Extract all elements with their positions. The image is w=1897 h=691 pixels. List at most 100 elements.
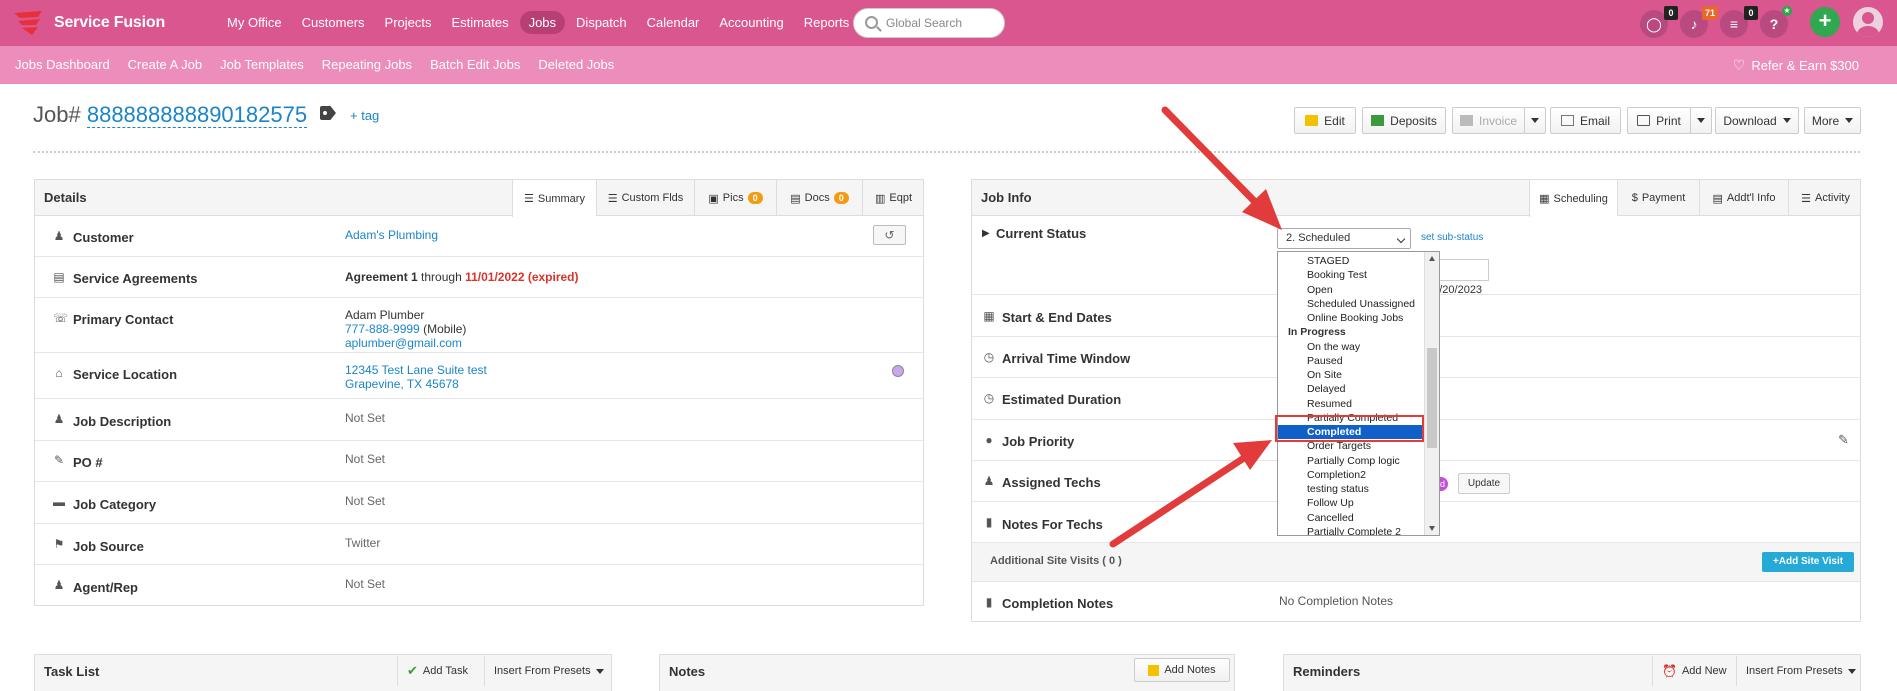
tab-pics[interactable]: ▣ Pics 0 bbox=[694, 180, 776, 216]
nav-customers[interactable]: Customers bbox=[293, 11, 374, 34]
listbox-option[interactable]: Booking Test bbox=[1278, 268, 1425, 282]
nav-my-office[interactable]: My Office bbox=[218, 11, 291, 34]
invoice-label: Invoice bbox=[1478, 113, 1518, 128]
tab-equipment[interactable]: ▥ Eqpt bbox=[862, 180, 924, 216]
add-notes-button[interactable]: Add Notes bbox=[1134, 658, 1230, 682]
customer-row: ♟ Customer Adam's Plumbing ↺ bbox=[35, 216, 923, 257]
email-button[interactable]: Email bbox=[1550, 107, 1621, 134]
print-dropdown-button[interactable] bbox=[1690, 107, 1712, 134]
global-search-input[interactable] bbox=[886, 15, 998, 31]
listbox-option[interactable]: On Site bbox=[1278, 368, 1425, 382]
invoice-dropdown-button[interactable] bbox=[1524, 107, 1546, 134]
nav-projects[interactable]: Projects bbox=[376, 11, 441, 34]
more-button[interactable]: More bbox=[1804, 107, 1861, 134]
listbox-option[interactable]: testing status bbox=[1278, 482, 1425, 496]
quick-add-button[interactable]: + bbox=[1810, 7, 1840, 37]
status-listbox[interactable]: STAGED Booking Test Open Scheduled Unassign… bbox=[1277, 251, 1440, 536]
subnav-job-templates[interactable]: Job Templates bbox=[211, 57, 313, 72]
tab-summary[interactable]: ☰ Summary bbox=[512, 180, 596, 217]
location-line1: 12345 Test Lane Suite test bbox=[345, 363, 487, 377]
job-number[interactable]: 888888888890182575 bbox=[86, 102, 308, 128]
listbox-option[interactable]: Delayed bbox=[1278, 382, 1425, 396]
customer-link[interactable]: Adam's Plumbing bbox=[345, 228, 438, 242]
chat-icon[interactable]: ◯ 0 bbox=[1640, 6, 1678, 38]
chevron-down-icon bbox=[1396, 234, 1406, 244]
history-button[interactable]: ↺ bbox=[873, 225, 906, 245]
expand-triangle-icon[interactable]: ▶ bbox=[982, 228, 990, 239]
invoice-button[interactable]: Invoice bbox=[1452, 107, 1525, 134]
listbox-option[interactable]: Online Booking Jobs bbox=[1278, 311, 1425, 325]
subnav-repeating-jobs[interactable]: Repeating Jobs bbox=[313, 57, 421, 72]
listbox-scrollbar[interactable] bbox=[1424, 252, 1439, 535]
tab-custom-fields[interactable]: ☰ Custom Flds bbox=[596, 180, 694, 216]
add-tag-link[interactable]: + tag bbox=[350, 108, 379, 123]
add-reminder-button[interactable]: ⏰ Add New bbox=[1652, 656, 1736, 686]
global-search[interactable] bbox=[853, 8, 1005, 38]
task-list-icon[interactable]: ≡ 0 bbox=[1720, 6, 1758, 38]
nav-estimates[interactable]: Estimates bbox=[443, 11, 518, 34]
tab-addtl-info[interactable]: ▤ Addt'l Info bbox=[1699, 180, 1788, 216]
print-button[interactable]: Print bbox=[1627, 107, 1691, 134]
listbox-option[interactable]: Follow Up bbox=[1278, 496, 1425, 510]
po-row: ✎ PO # Not Set bbox=[35, 441, 923, 482]
listbox-option[interactable]: Resumed bbox=[1278, 397, 1425, 411]
list-icon: ☰ bbox=[1801, 192, 1812, 205]
listbox-option[interactable]: Completion2 bbox=[1278, 468, 1425, 482]
agreement-through: through bbox=[421, 270, 462, 284]
listbox-option[interactable]: STAGED bbox=[1278, 254, 1425, 268]
scroll-thumb[interactable] bbox=[1427, 348, 1437, 448]
tab-payment[interactable]: $ Payment bbox=[1617, 180, 1699, 216]
refer-earn-link[interactable]: ♡ Refer & Earn $300 bbox=[1733, 57, 1859, 74]
listbox-option[interactable]: On the way bbox=[1278, 340, 1425, 354]
insert-presets-button[interactable]: Insert From Presets bbox=[484, 656, 613, 686]
add-task-button[interactable]: ✔ Add Task bbox=[397, 656, 477, 686]
listbox-option[interactable]: Cancelled bbox=[1278, 511, 1425, 525]
download-button[interactable]: Download bbox=[1715, 107, 1799, 134]
brand[interactable]: Service Fusion bbox=[12, 8, 165, 38]
set-substatus-link[interactable]: set sub-status bbox=[1421, 232, 1483, 243]
current-status-select[interactable]: 2. Scheduled bbox=[1277, 228, 1411, 249]
job-description-value: Not Set bbox=[345, 411, 386, 425]
subnav-batch-edit-jobs[interactable]: Batch Edit Jobs bbox=[421, 57, 529, 72]
nav-jobs[interactable]: Jobs bbox=[519, 11, 566, 34]
insert-presets-reminders-button[interactable]: Insert From Presets bbox=[1736, 656, 1865, 686]
tab-docs[interactable]: ▤ Docs 0 bbox=[776, 180, 862, 216]
tab-activity[interactable]: ☰ Activity bbox=[1788, 180, 1862, 216]
po-value: Not Set bbox=[345, 452, 386, 466]
user-avatar[interactable] bbox=[1853, 7, 1883, 37]
edit-button[interactable]: Edit bbox=[1294, 107, 1356, 134]
deposits-button[interactable]: Deposits bbox=[1362, 107, 1446, 134]
listbox-option[interactable]: Partially Complete 2 bbox=[1278, 525, 1425, 535]
alert-circle-icon: ● bbox=[985, 433, 993, 447]
pencil-icon[interactable]: ✎ bbox=[1838, 432, 1849, 448]
users-icon: ♟ bbox=[53, 578, 65, 592]
add-site-visit-button[interactable]: +Add Site Visit bbox=[1762, 552, 1854, 572]
help-icon[interactable]: ? ★ bbox=[1760, 6, 1792, 38]
service-location-link[interactable]: 12345 Test Lane Suite test Grapevine, TX… bbox=[345, 363, 487, 391]
subnav-deleted-jobs[interactable]: Deleted Jobs bbox=[529, 57, 623, 72]
nav-dispatch[interactable]: Dispatch bbox=[567, 11, 636, 34]
contact-name: Adam Plumber bbox=[345, 308, 425, 322]
listbox-option[interactable]: Scheduled Unassigned bbox=[1278, 297, 1425, 311]
job-category-label: Job Category bbox=[73, 497, 157, 512]
scroll-down-icon[interactable] bbox=[1429, 526, 1435, 531]
scroll-up-icon[interactable] bbox=[1429, 256, 1435, 261]
contact-phone-link[interactable]: 777-888-9999 bbox=[345, 322, 420, 336]
subnav-jobs-dashboard[interactable]: Jobs Dashboard bbox=[6, 57, 119, 72]
nav-accounting[interactable]: Accounting bbox=[710, 11, 792, 34]
arrival-window-label: Arrival Time Window bbox=[1002, 351, 1131, 366]
subnav-create-job[interactable]: Create A Job bbox=[119, 57, 211, 72]
tab-scheduling[interactable]: ▦ Scheduling bbox=[1529, 180, 1617, 217]
listbox-group-header: In Progress bbox=[1288, 326, 1346, 339]
listbox-option[interactable]: Paused bbox=[1278, 354, 1425, 368]
nav-calendar[interactable]: Calendar bbox=[638, 11, 709, 34]
bell-icon[interactable]: ♪ 71 bbox=[1680, 6, 1718, 38]
contact-email-link[interactable]: aplumber@gmail.com bbox=[345, 336, 466, 350]
details-header: Details ☰ Summary ☰ Custom Flds ▣ Pics 0 ▤ Do… bbox=[35, 180, 924, 217]
listbox-option[interactable]: Open bbox=[1278, 283, 1425, 297]
listbox-option[interactable]: Partially Comp logic bbox=[1278, 454, 1425, 468]
heart-icon: ♡ bbox=[1732, 57, 1746, 73]
nav-reports[interactable]: Reports bbox=[795, 11, 859, 34]
update-button[interactable]: Update bbox=[1458, 473, 1510, 494]
add-new-label: Add New bbox=[1681, 665, 1727, 677]
